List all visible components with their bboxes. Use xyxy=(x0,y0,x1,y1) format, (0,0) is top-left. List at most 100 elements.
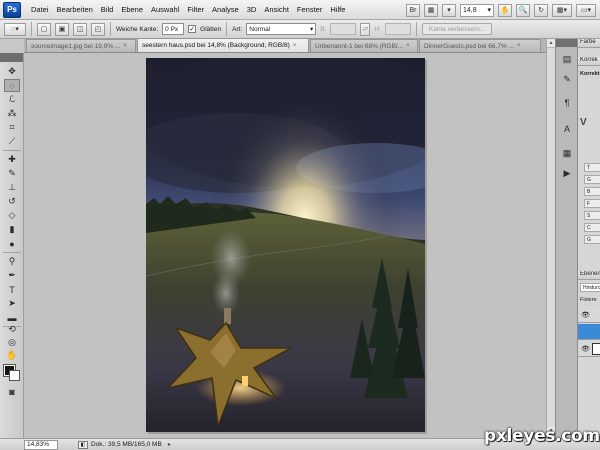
path-selection-icon[interactable]: ➤ xyxy=(4,297,20,310)
mini-bridge-icon[interactable]: ▦ xyxy=(424,3,438,17)
layer-row-selected[interactable] xyxy=(578,324,600,340)
quick-mask-icon[interactable]: ◙ xyxy=(4,385,20,398)
zoom-level-combo[interactable]: 14,8 ▾ xyxy=(460,3,494,17)
status-menu-arrow-icon[interactable]: ▸ xyxy=(168,441,171,448)
tab-sourceimage1[interactable]: sourceimage1.jpg bei 19,9% ... × xyxy=(26,39,136,52)
tab-dinnerguests[interactable]: DinnerGuests.psd bei 66,7% ... × xyxy=(419,39,541,52)
tab-korrekturen[interactable]: Korrek xyxy=(578,57,600,66)
zoom-icon[interactable]: 🔍 xyxy=(516,3,530,17)
bridge-icon[interactable]: Br xyxy=(406,3,420,17)
feather-label: Weiche Kante: xyxy=(116,25,159,33)
visibility-eye-icon[interactable]: 👁 xyxy=(581,345,590,353)
adjust-item-b[interactable]: B xyxy=(584,187,600,196)
pen-icon[interactable]: ✒ xyxy=(4,269,20,282)
close-icon[interactable]: × xyxy=(517,43,521,49)
document-canvas[interactable] xyxy=(146,58,425,432)
history-brush-icon[interactable]: ↺ xyxy=(4,195,20,208)
document-info-icon[interactable]: ◧ xyxy=(78,440,88,449)
layer-row[interactable]: 👁 xyxy=(578,341,600,357)
new-selection-icon[interactable]: ▢ xyxy=(37,22,51,36)
subtract-selection-icon[interactable]: ◫ xyxy=(73,22,87,36)
3d-orbit-icon[interactable]: ◎ xyxy=(4,336,20,349)
height-input[interactable] xyxy=(384,23,411,35)
menu-ebene[interactable]: Ebene xyxy=(117,5,147,14)
screen-mode-icon[interactable]: ▭▾ xyxy=(576,3,596,17)
layer-row[interactable]: 👁 xyxy=(578,307,600,323)
menu-bearbeiten[interactable]: Bearbeiten xyxy=(53,5,97,14)
refine-edge-button[interactable]: Kante verbessern... xyxy=(421,23,493,35)
tab-seestern-haus[interactable]: seestern haus.psd bei 14,8% (Background,… xyxy=(137,38,309,52)
options-bar: ◌▾ ▢ ▣ ◫ ◰ Weiche Kante: 0 Px ✓ Glätten … xyxy=(0,20,600,39)
info-icon[interactable]: ▤ xyxy=(560,53,574,65)
close-icon[interactable]: × xyxy=(406,43,410,49)
menu-ansicht[interactable]: Ansicht xyxy=(260,5,293,14)
brushes-icon[interactable]: ✎ xyxy=(560,73,574,85)
menu-hilfe[interactable]: Hilfe xyxy=(326,5,349,14)
visibility-eye-icon[interactable]: 👁 xyxy=(581,311,590,319)
feather-input[interactable]: 0 Px xyxy=(162,23,185,35)
tab-unbenannt-1[interactable]: Unbenannt-1 bei 68% (RGB/... × xyxy=(310,39,418,52)
adjust-item-g2[interactable]: G xyxy=(584,235,600,244)
arrange-documents-icon[interactable]: ▦▾ xyxy=(552,3,572,17)
menu-auswahl[interactable]: Auswahl xyxy=(147,5,183,14)
blur-icon[interactable]: ● xyxy=(4,237,20,250)
actions-icon[interactable]: ▶ xyxy=(560,167,574,179)
healing-brush-icon[interactable]: ✚ xyxy=(4,153,20,166)
hand-icon[interactable]: ✋ xyxy=(498,3,512,17)
hand-icon[interactable]: ✋ xyxy=(4,349,20,362)
tab-farbe[interactable]: Farbe xyxy=(578,39,600,48)
character-icon[interactable]: A xyxy=(560,123,574,135)
width-input[interactable] xyxy=(330,23,357,35)
background-color-swatch[interactable] xyxy=(9,370,20,381)
antialias-checkbox[interactable]: ✓ xyxy=(188,25,197,33)
tool-preset-picker[interactable]: ◌▾ xyxy=(4,22,26,36)
blend-mode-select[interactable]: Hindurc xyxy=(580,283,600,292)
adjust-item-t[interactable]: T xyxy=(584,163,600,172)
vertical-scrollbar[interactable]: ▲ ▼ xyxy=(546,39,555,438)
dock-header[interactable] xyxy=(556,39,577,47)
menu-fenster[interactable]: Fenster xyxy=(293,5,326,14)
move-icon[interactable]: ✥ xyxy=(4,65,20,78)
zoom-status-field[interactable]: 14,83% xyxy=(24,439,58,450)
crop-icon[interactable]: ⌗ xyxy=(4,121,20,134)
dodge-icon[interactable]: ⚲ xyxy=(4,255,20,268)
menu-bild[interactable]: Bild xyxy=(97,5,118,14)
type-icon[interactable]: T xyxy=(4,283,20,296)
adjust-item-c[interactable]: C xyxy=(584,223,600,232)
divider xyxy=(110,22,111,36)
menu-analyse[interactable]: Analyse xyxy=(208,5,243,14)
brush-icon[interactable]: ✎ xyxy=(4,167,20,180)
scroll-up-icon[interactable]: ▲ xyxy=(547,39,555,48)
clone-stamp-icon[interactable]: ⊥ xyxy=(4,181,20,194)
divider xyxy=(3,150,21,151)
adjust-item-g[interactable]: G xyxy=(584,175,600,184)
divider xyxy=(3,252,21,253)
gradient-icon[interactable]: ▮ xyxy=(4,223,20,236)
menu-datei[interactable]: Datei xyxy=(27,5,53,14)
eraser-icon[interactable]: ◇ xyxy=(4,209,20,222)
paragraph-icon[interactable]: ¶ xyxy=(560,97,574,109)
magic-wand-icon[interactable]: ⁂ xyxy=(4,107,20,120)
close-icon[interactable]: × xyxy=(123,43,127,49)
3d-rotate-icon[interactable]: ⟲ xyxy=(4,323,20,336)
intersect-selection-icon[interactable]: ◰ xyxy=(91,22,105,36)
add-selection-icon[interactable]: ▣ xyxy=(55,22,69,36)
divider xyxy=(31,22,32,36)
lasso-icon[interactable]: ℒ xyxy=(4,93,20,106)
rotate-view-icon[interactable]: ↻ xyxy=(534,3,548,17)
adjust-item-f[interactable]: F xyxy=(584,199,600,208)
history-icon[interactable]: ▦ xyxy=(560,147,574,159)
close-icon[interactable]: × xyxy=(293,43,297,49)
tab-label: sourceimage1.jpg bei 19,9% ... xyxy=(31,42,121,50)
eyedropper-icon[interactable]: ⟋ xyxy=(4,135,20,148)
style-select[interactable]: Normal ▾ xyxy=(246,23,317,35)
swap-icon[interactable]: ⇄ xyxy=(360,22,371,36)
tab-ebenen[interactable]: Ebenen xyxy=(578,271,600,280)
tab-label: seestern haus.psd bei 14,8% (Background,… xyxy=(142,42,290,49)
marquee-icon[interactable]: ◌ xyxy=(4,79,20,92)
extras-icon[interactable]: ▾ xyxy=(442,3,456,17)
adjust-item-s[interactable]: S xyxy=(584,211,600,220)
menu-filter[interactable]: Filter xyxy=(183,5,208,14)
tools-panel-header[interactable] xyxy=(0,53,23,62)
menu-3d[interactable]: 3D xyxy=(243,5,261,14)
